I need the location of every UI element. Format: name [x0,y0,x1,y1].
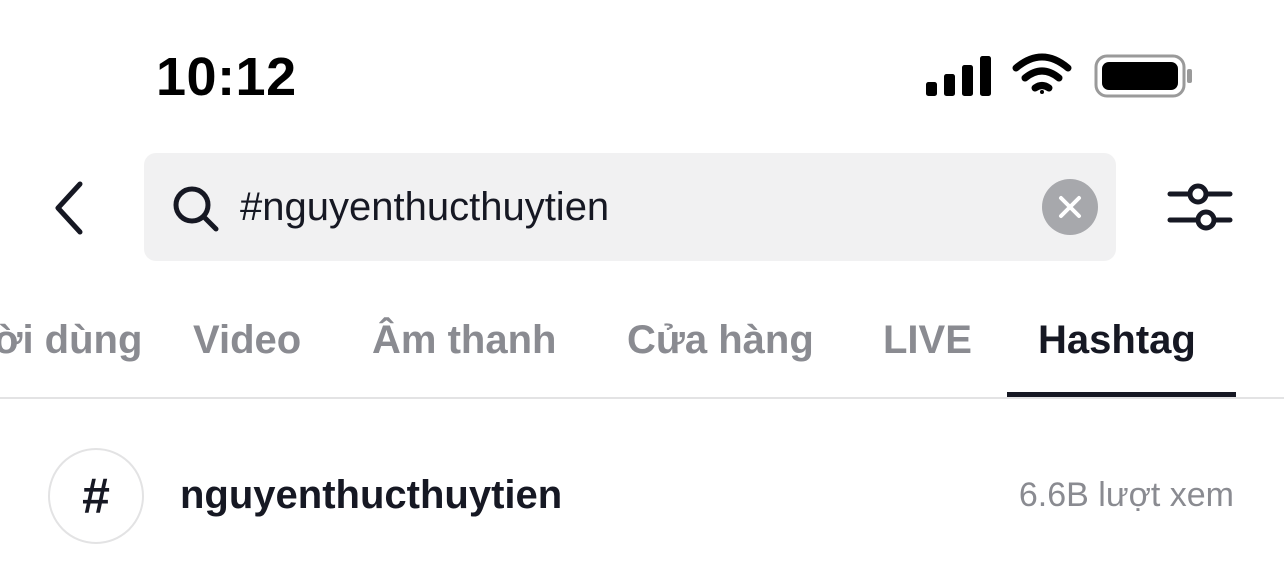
tab-users[interactable]: ời dùng [0,312,142,368]
chevron-left-icon [55,181,83,235]
search-input[interactable] [240,175,1020,239]
search-tabs: ời dùng Video Âm thanh Cửa hàng LIVE Has… [0,290,1284,398]
status-bar: 10:12 [0,0,1284,140]
sliders-icon [1167,183,1233,231]
tab-video[interactable]: Video [193,312,301,368]
status-icons [920,52,1200,102]
search-bar[interactable] [144,153,1116,261]
tab-shop[interactable]: Cửa hàng [627,312,814,368]
hashtag-icon: # [48,448,144,544]
tab-sounds[interactable]: Âm thanh [372,312,556,368]
back-button[interactable] [40,170,100,246]
tab-live[interactable]: LIVE [883,312,972,368]
hashtag-result-row[interactable]: # nguyenthucthuytien 6.6B lượt xem [0,440,1284,550]
tabs-divider [0,397,1284,399]
wifi-icon [1012,53,1072,94]
battery-icon [1094,54,1192,98]
hashtag-view-count: 6.6B lượt xem [1018,476,1234,514]
cellular-signal-icon [926,56,991,96]
status-time: 10:12 [156,47,297,107]
close-icon [1059,196,1081,218]
filter-button[interactable] [1162,176,1238,240]
tab-hashtag[interactable]: Hashtag [1038,312,1196,368]
hashtag-name: nguyenthucthuytien [180,473,563,517]
search-icon [173,186,219,232]
clear-search-button[interactable] [1042,179,1098,235]
